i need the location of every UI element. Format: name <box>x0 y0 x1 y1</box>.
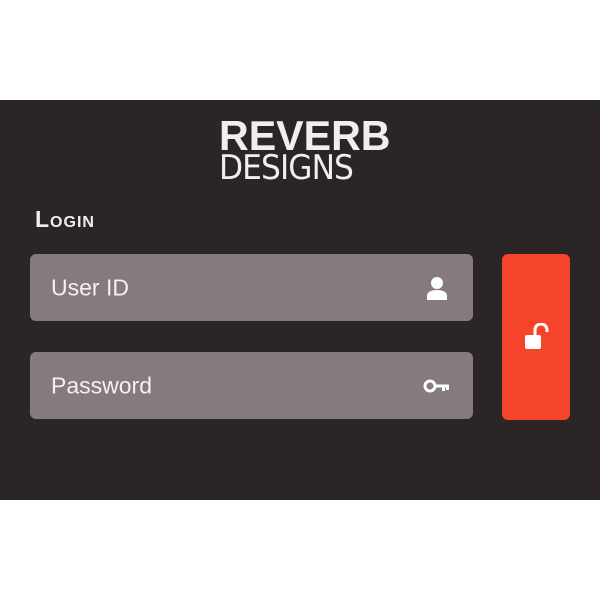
password-placeholder: Password <box>51 372 152 398</box>
unlock-icon <box>522 322 550 351</box>
user-id-placeholder: User ID <box>51 274 129 300</box>
brand-logo: REVERB DESIGNS <box>219 115 391 188</box>
login-submit-button[interactable] <box>502 254 570 420</box>
user-icon <box>423 274 451 302</box>
user-id-field[interactable]: User ID <box>30 254 473 321</box>
password-field[interactable]: Password <box>30 352 473 419</box>
key-icon <box>423 372 451 400</box>
logo-line-designs: DESIGNS <box>219 148 354 188</box>
login-heading: Login <box>35 206 95 232</box>
page: REVERB DESIGNS Login User ID Password <box>0 0 600 600</box>
